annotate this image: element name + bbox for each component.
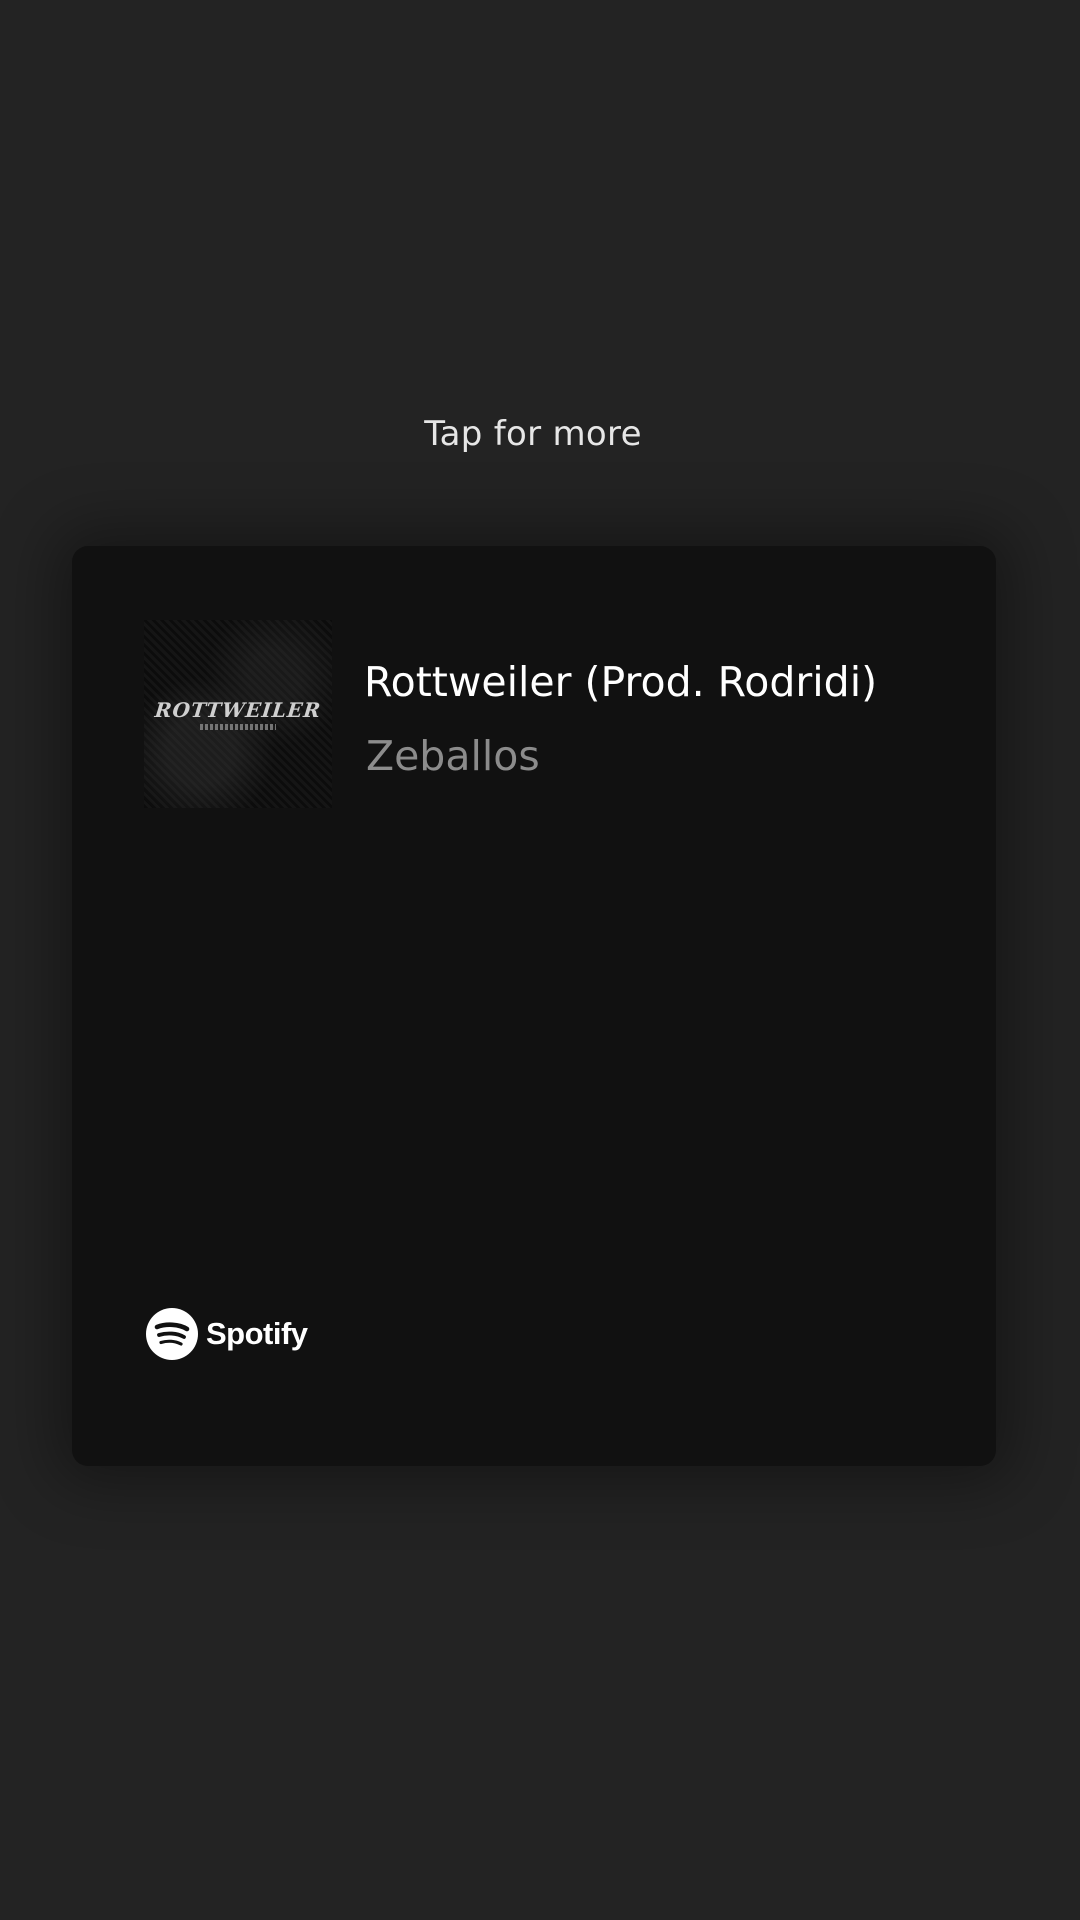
spotify-logo-icon	[146, 1308, 198, 1360]
track-card[interactable]: ROTTWEILER Rottweiler (Prod. Rodridi) Ze…	[72, 546, 996, 1466]
artist-name: Zeballos	[366, 732, 540, 780]
track-title: Rottweiler (Prod. Rodridi)	[364, 658, 878, 706]
album-cover-subtitle	[200, 724, 276, 730]
tap-for-more-hint[interactable]: Tap for more	[0, 414, 1066, 454]
album-cover-title: ROTTWEILER	[153, 698, 323, 722]
spotify-wordmark: Spotify	[206, 1316, 308, 1351]
spotify-branding[interactable]: Spotify	[146, 1308, 308, 1360]
album-cover: ROTTWEILER	[144, 620, 332, 808]
